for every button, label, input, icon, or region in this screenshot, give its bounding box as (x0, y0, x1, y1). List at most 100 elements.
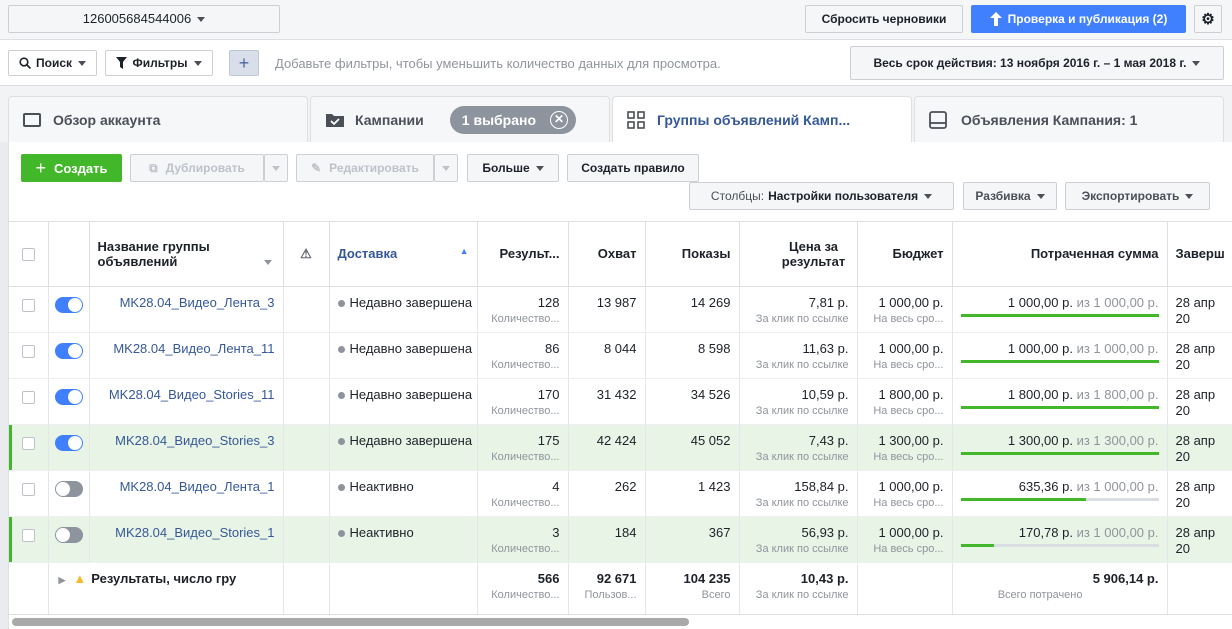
create-rule-button[interactable]: Создать правило (567, 154, 699, 182)
on-off-toggle[interactable] (54, 296, 83, 313)
column-header-spent[interactable]: Потраченная сумма (952, 222, 1168, 287)
discard-drafts-button[interactable]: Сбросить черновики (805, 5, 963, 33)
tab-ad-sets[interactable]: Группы объявлений Камп... (612, 96, 912, 143)
impressions-cell: 367 (645, 516, 740, 563)
column-header-delivery[interactable]: Доставка ▲ (329, 222, 478, 287)
settings-button[interactable]: ⚙ (1194, 5, 1222, 33)
column-header-name[interactable]: Название группы объявлений (89, 222, 284, 287)
results-value: 3 (552, 524, 560, 540)
search-icon (19, 57, 31, 69)
ad-set-name[interactable]: MK28.04_Видео_Лента_1 (89, 470, 284, 517)
table-row[interactable]: MK28.04_Видео_Лента_11 Недавно завершена 8… (9, 332, 1232, 379)
review-publish-label: Проверка и публикация (2) (1007, 12, 1168, 26)
table-row[interactable]: MK28.04_Видео_Stories_3 Недавно завершена… (9, 424, 1232, 471)
on-off-toggle[interactable] (54, 480, 83, 497)
create-button[interactable]: + Создать (21, 154, 122, 182)
export-button[interactable]: Экспортировать (1065, 182, 1210, 210)
add-filter-button[interactable]: + (229, 50, 259, 76)
reach-cell: 184 (568, 516, 646, 563)
budget-value: 1 800,00 р. (878, 386, 944, 402)
sort-caret-icon (263, 259, 272, 265)
delivery-status: Неактивно (349, 478, 414, 494)
funnel-icon (116, 57, 128, 69)
duplicate-button[interactable]: ⧉ Дублировать (130, 154, 264, 182)
totals-empty (1167, 562, 1232, 615)
more-button[interactable]: Больше (467, 154, 559, 182)
delivery-status: Недавно завершена (349, 432, 473, 448)
columns-selector[interactable]: Столбцы: Настройки пользователя (689, 182, 954, 210)
ad-set-name[interactable]: MK28.04_Видео_Лента_11 (89, 332, 284, 379)
search-button[interactable]: Поиск (8, 50, 97, 76)
cost-sub: За клик по ссылке (755, 496, 849, 509)
on-off-toggle[interactable] (54, 526, 83, 543)
filters-button[interactable]: Фильтры (105, 50, 213, 76)
on-off-toggle[interactable] (54, 434, 83, 451)
cost-value: 158,84 р. (794, 478, 849, 494)
end-date-cell: 28 апр 20 (1167, 332, 1232, 379)
ad-set-name[interactable]: MK28.04_Видео_Лента_3 (89, 286, 284, 333)
column-header-name-label: Название группы объявлений (97, 238, 210, 269)
pencil-icon: ✎ (311, 161, 322, 175)
spent-value: 635,36 р. (1018, 478, 1073, 494)
spend-progress-fill (960, 359, 1159, 363)
spent-value: 1 300,00 р. (1007, 432, 1073, 448)
selected-count-label: 1 выбрано (461, 111, 537, 128)
on-off-toggle[interactable] (54, 388, 83, 405)
column-header-cost[interactable]: Цена за результат (739, 222, 858, 287)
cost-value: 56,93 р. (801, 524, 849, 540)
table-row[interactable]: MK28.04_Видео_Stories_11 Недавно завершен… (9, 378, 1232, 425)
column-header-reach[interactable]: Охват (568, 222, 646, 287)
row-checkbox[interactable] (21, 298, 35, 312)
select-all-checkbox[interactable] (21, 247, 35, 261)
tab-ads[interactable]: Объявления Кампания: 1 (914, 96, 1224, 142)
tab-ad-sets-label: Группы объявлений Камп... (657, 112, 851, 128)
row-checkbox[interactable] (21, 482, 35, 496)
duplicate-dropdown[interactable] (264, 154, 288, 182)
results-value: 128 (537, 294, 560, 310)
column-header-results[interactable]: Результ... (477, 222, 569, 287)
ad-set-name[interactable]: MK28.04_Видео_Stories_11 (89, 378, 284, 425)
row-checkbox[interactable] (21, 436, 35, 450)
edit-button[interactable]: ✎ Редактировать (296, 154, 434, 182)
ad-sets-table: Название группы объявлений ⚠ Доставка ▲ Р… (9, 222, 1232, 615)
ad-set-name[interactable]: MK28.04_Видео_Stories_3 (89, 424, 284, 471)
expand-chevron-icon[interactable]: ▶ (59, 575, 66, 585)
tab-account-overview[interactable]: Обзор аккаунта (8, 96, 308, 142)
totals-empty (857, 562, 953, 615)
table-row[interactable]: MK28.04_Видео_Stories_1 Неактивно 3 Количес… (9, 516, 1232, 563)
reach-cell: 262 (568, 470, 646, 517)
chevron-down-icon (197, 17, 206, 23)
row-checkbox[interactable] (21, 344, 35, 358)
cost-value: 7,43 р. (808, 432, 849, 448)
row-checkbox[interactable] (21, 390, 35, 404)
cost-sub: За клик по ссылке (755, 358, 849, 371)
on-off-toggle[interactable] (54, 342, 83, 359)
row-checkbox[interactable] (21, 528, 35, 542)
reach-cell: 31 432 (568, 378, 646, 425)
breakdown-button[interactable]: Разбивка (963, 182, 1057, 210)
selected-count-pill[interactable]: 1 выбрано ✕ (449, 105, 577, 134)
cost-cell: 7,81 р. За клик по ссылке (739, 286, 858, 333)
table-row[interactable]: MK28.04_Видео_Лента_3 Недавно завершена 12… (9, 286, 1232, 333)
account-selector[interactable]: 126005684544006 (8, 5, 280, 33)
column-header-impressions[interactable]: Показы (645, 222, 740, 287)
clear-selection-icon[interactable]: ✕ (550, 110, 569, 129)
tab-campaigns[interactable]: Кампании 1 выбрано ✕ (310, 96, 610, 142)
budget-sub: На весь сро... (873, 496, 944, 509)
column-header-ends[interactable]: Заверш (1167, 222, 1232, 287)
review-publish-button[interactable]: Проверка и публикация (2) (971, 5, 1186, 33)
chevron-down-icon (1192, 60, 1201, 66)
date-range-selector[interactable]: Весь срок действия: 13 ноября 2016 г. – … (850, 46, 1224, 80)
end-date-year: 20 (1175, 402, 1190, 418)
end-date: 28 апр (1175, 478, 1216, 494)
search-label: Поиск (35, 56, 72, 70)
column-header-budget[interactable]: Бюджет (857, 222, 953, 287)
spent-of-budget: из 1 000,00 р. (1076, 524, 1159, 540)
edit-dropdown[interactable] (434, 154, 458, 182)
ad-set-name[interactable]: MK28.04_Видео_Stories_1 (89, 516, 284, 563)
chevron-down-icon (1036, 193, 1045, 199)
totals-spent-sub: Всего потрачено (997, 588, 1083, 601)
spent-cell: 1 000,00 р. из 1 000,00 р. (952, 286, 1168, 333)
table-row[interactable]: MK28.04_Видео_Лента_1 Неактивно 4 Количеств… (9, 470, 1232, 517)
horizontal-scrollbar[interactable] (12, 618, 689, 626)
